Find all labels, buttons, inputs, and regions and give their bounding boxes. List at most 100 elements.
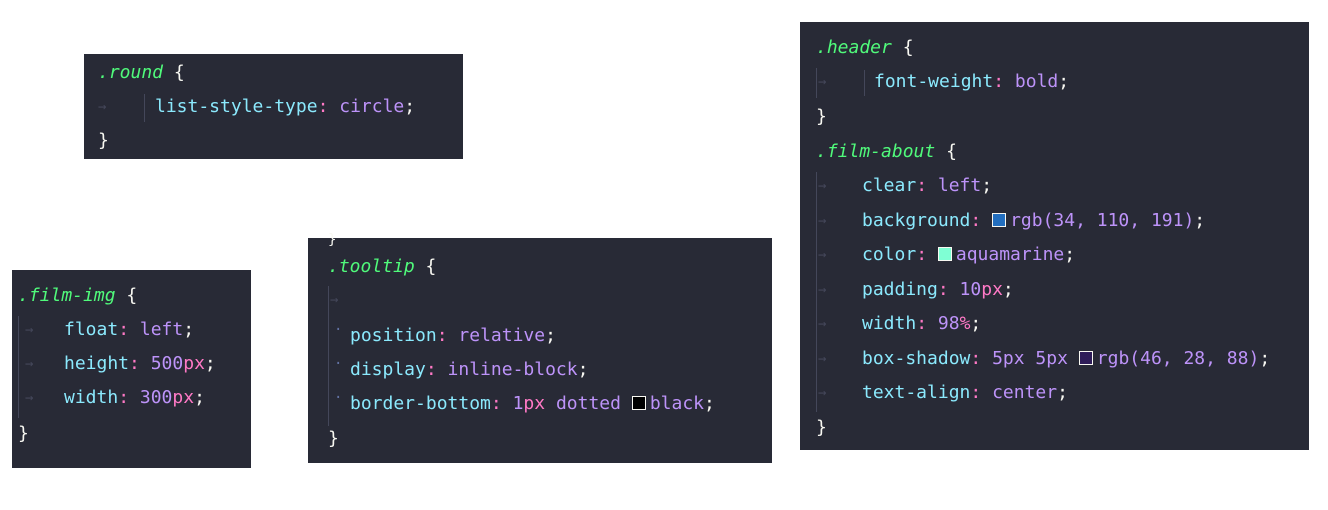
property-name: display [350, 359, 426, 380]
number-value: 10 [959, 279, 982, 300]
colon: : [490, 393, 502, 414]
unit: % [959, 313, 971, 334]
semicolon: ; [970, 313, 982, 334]
color-value: black [649, 393, 705, 414]
declaration-line: background: rgb(34, 110, 191); [800, 204, 1309, 238]
selector: .header [816, 37, 892, 58]
color-value: aquamarine [955, 244, 1065, 265]
semicolon: ; [1064, 244, 1076, 265]
semicolon: ; [204, 353, 216, 374]
color-swatch-background[interactable] [992, 213, 1007, 227]
code-panel-film-img: .film-img { → → → float: left; height: 5… [12, 270, 251, 468]
code-panel-round: .round { → list-style-type: circle; } [84, 54, 463, 159]
rule-close-line: } [84, 124, 463, 158]
declaration-line: box-shadow: 5px 5px rgb(46, 28, 88); [800, 342, 1309, 376]
property-value: center [992, 382, 1058, 403]
open-brace: { [425, 256, 437, 277]
semicolon: ; [577, 359, 589, 380]
property-name: width [862, 313, 917, 334]
declaration-line: height: 500px; [12, 347, 251, 381]
colon: : [916, 313, 928, 334]
clipped-brace: } [328, 232, 337, 248]
colon: : [916, 175, 928, 196]
close-brace: } [18, 423, 29, 444]
property-name: box-shadow [862, 348, 971, 369]
number-value: 500 [150, 353, 184, 374]
colon: : [425, 359, 437, 380]
property-name: float [64, 319, 119, 340]
close-brace: } [98, 130, 109, 151]
rule-selector-line: .header { [800, 31, 1309, 65]
colon: : [916, 244, 928, 265]
rule-selector-line: .round { [84, 56, 463, 90]
property-name: border-bottom [350, 393, 491, 414]
semicolon: ; [1058, 71, 1070, 92]
semicolon: ; [545, 325, 556, 346]
unit: px [183, 353, 205, 374]
colon: : [970, 210, 982, 231]
unit: px [981, 279, 1003, 300]
property-name: text-align [862, 382, 971, 403]
selector: .round [98, 62, 164, 83]
number-value: 1 [512, 393, 524, 414]
declaration-line: clear: left; [800, 169, 1309, 203]
unit: px [172, 387, 195, 408]
open-brace: { [946, 141, 957, 162]
colon: : [317, 96, 329, 117]
property-name: color [862, 244, 917, 265]
colon: : [118, 319, 130, 340]
semicolon: ; [194, 387, 205, 408]
colon: : [970, 348, 982, 369]
declaration-line: width: 98%; [800, 307, 1309, 341]
close-brace: } [328, 428, 339, 449]
semicolon: ; [1259, 348, 1271, 369]
semicolon: ; [1002, 279, 1014, 300]
color-value: rgb(34, 110, 191) [1010, 210, 1195, 231]
semicolon: ; [704, 393, 715, 414]
colon: : [436, 325, 448, 346]
rule-close-line: } [12, 417, 251, 451]
declaration-line: border-bottom: 1px dotted black; [308, 387, 772, 421]
property-value: dotted [555, 393, 621, 414]
open-brace: { [173, 62, 185, 83]
semicolon: ; [981, 175, 993, 196]
unit: px [523, 393, 546, 414]
declaration-line: padding: 10px; [800, 273, 1309, 307]
rule-close-line: } [308, 422, 772, 456]
property-value: left [139, 319, 184, 340]
property-value: 5px 5px [992, 348, 1068, 369]
semicolon: ; [1194, 210, 1206, 231]
rule-selector-line: .film-about { [800, 135, 1309, 169]
declaration-line: display: inline-block; [308, 353, 772, 387]
semicolon: ; [183, 319, 195, 340]
color-swatch-black[interactable] [631, 396, 646, 410]
property-name: width [64, 387, 119, 408]
code-panel-tooltip: } .tooltip { → · · · position: relative;… [308, 232, 772, 463]
close-brace: } [816, 417, 827, 438]
color-value: rgb(46, 28, 88) [1096, 348, 1260, 369]
semicolon: ; [1057, 382, 1068, 403]
property-name: height [64, 353, 130, 374]
property-name: padding [862, 279, 938, 300]
close-brace: } [816, 106, 827, 127]
property-value: relative [458, 325, 546, 346]
property-value: bold [1014, 71, 1059, 92]
tab-arrow-icon: → [330, 292, 339, 308]
property-name: list-style-type [155, 96, 318, 117]
open-brace: { [902, 37, 914, 58]
declaration-line: color: aquamarine; [800, 238, 1309, 272]
open-brace: { [126, 285, 138, 306]
declaration-line: text-align: center; [800, 376, 1309, 410]
rule-close-line: } [800, 100, 1309, 134]
rule-selector-line: .tooltip { [308, 250, 772, 284]
colon: : [970, 382, 982, 403]
colon: : [118, 387, 130, 408]
selector: .film-about [816, 141, 936, 162]
color-swatch-aquamarine[interactable] [937, 247, 952, 261]
color-swatch-shadow[interactable] [1078, 351, 1093, 365]
property-value: left [937, 175, 982, 196]
declaration-line: position: relative; [308, 319, 772, 353]
declaration-line: list-style-type: circle; [84, 90, 463, 124]
property-value: inline-block [447, 359, 578, 380]
number-value: 98 [937, 313, 960, 334]
